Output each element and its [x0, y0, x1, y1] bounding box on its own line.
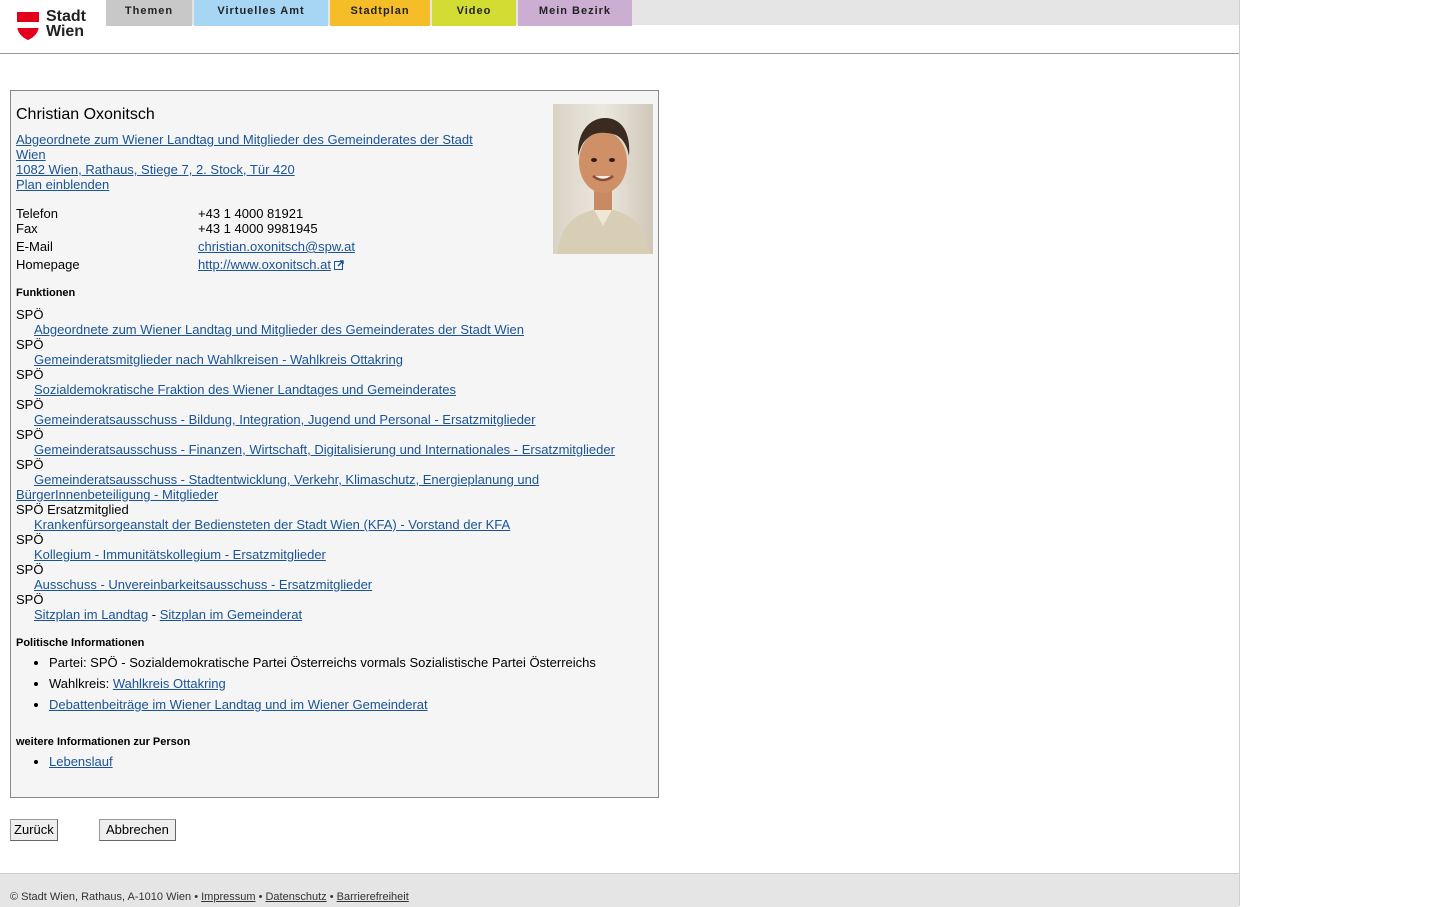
person-detail-card: Christian Oxonitsch Abgeordnete zum Wien…	[10, 90, 659, 798]
debatten-link[interactable]: Debattenbeiträge im Wiener Landtag und i…	[49, 697, 428, 712]
show-plan-link[interactable]: Plan einblenden	[16, 177, 109, 192]
wahlkreis-label: Wahlkreis:	[49, 676, 113, 691]
sitzplan-separator: -	[148, 607, 160, 622]
sitzplan-landtag-link[interactable]: Sitzplan im Landtag	[34, 607, 148, 622]
function-link-row: Gemeinderatsausschuss - Stadtentwicklung…	[16, 472, 646, 502]
nav-tab-mein-bezirk[interactable]: Mein Bezirk	[518, 0, 632, 26]
function-link[interactable]: Gemeinderatsmitglieder nach Wahlkreisen …	[34, 352, 403, 367]
function-party: SPÖ	[16, 562, 44, 577]
political-info-section: Politische Informationen Partei: SPÖ - S…	[16, 637, 646, 718]
sitzplan-links: Sitzplan im Landtag - Sitzplan im Gemein…	[16, 607, 646, 622]
person-organization: Abgeordnete zum Wiener Landtag und Mitgl…	[16, 132, 486, 192]
function-link-row: Gemeinderatsausschuss - Bildung, Integra…	[16, 412, 646, 427]
homepage-row: Homepage http://www.oxonitsch.at	[16, 257, 536, 272]
page-right-margin	[1240, 0, 1440, 906]
function-link[interactable]: Sozialdemokratische Fraktion des Wiener …	[34, 382, 456, 397]
cancel-button[interactable]: Abbrechen	[99, 819, 176, 841]
function-link-row: Ausschuss - Unvereinbarkeitsausschuss - …	[16, 577, 646, 592]
telefon-label: Telefon	[16, 206, 58, 221]
function-party: SPÖ	[16, 532, 44, 547]
function-link-row: Gemeinderatsausschuss - Finanzen, Wirtsc…	[16, 442, 646, 457]
telefon-value: +43 1 4000 81921	[198, 206, 304, 221]
footer-separator: •	[255, 891, 266, 903]
homepage-value: http://www.oxonitsch.at	[198, 257, 344, 272]
organization-link[interactable]: Abgeordnete zum Wiener Landtag und Mitgl…	[16, 132, 473, 162]
site-footer: © Stadt Wien, Rathaus, A-1010 Wien • Imp…	[0, 873, 1239, 907]
nav-tab-video[interactable]: Video	[432, 0, 516, 26]
fax-label: Fax	[16, 221, 38, 236]
nav-tab-themen[interactable]: Themen	[106, 0, 192, 26]
function-link-row: Krankenfürsorgeanstalt der Bediensteten …	[16, 517, 646, 532]
logo-line-wien: Wien	[46, 23, 85, 40]
function-link-row: Abgeordnete zum Wiener Landtag und Mitgl…	[16, 322, 646, 337]
further-info-section: weitere Informationen zur Person Lebensl…	[16, 736, 646, 775]
page: Stadt Wien Themen Virtuelles Amt Stadtplan…	[0, 0, 1240, 907]
email-label: E-Mail	[16, 239, 53, 254]
function-party: SPÖ	[16, 307, 44, 322]
lebenslauf-item: Lebenslauf	[49, 754, 646, 769]
function-link-row: Gemeinderatsmitglieder nach Wahlkreisen …	[16, 352, 646, 367]
function-link-row: Sozialdemokratische Fraktion des Wiener …	[16, 382, 646, 397]
impressum-link[interactable]: Impressum	[201, 891, 255, 903]
function-link[interactable]: Gemeinderatsausschuss - Stadtentwicklung…	[16, 472, 539, 502]
datenschutz-link[interactable]: Datenschutz	[265, 891, 326, 903]
sitzplan-gemeinderat-link[interactable]: Sitzplan im Gemeinderat	[160, 607, 302, 622]
further-info-list: Lebenslauf	[16, 754, 646, 769]
lebenslauf-link[interactable]: Lebenslauf	[49, 754, 113, 769]
function-link-row: Kollegium - Immunitätskollegium - Ersatz…	[16, 547, 646, 562]
functions-heading: Funktionen	[16, 287, 76, 299]
person-photo	[553, 104, 653, 254]
fax-value: +43 1 4000 9981945	[198, 221, 318, 236]
person-name: Christian Oxonitsch	[16, 106, 155, 123]
homepage-label: Homepage	[16, 257, 80, 272]
political-info-heading: Politische Informationen	[16, 637, 145, 649]
functions-section: Funktionen SPÖ Abgeordnete zum Wiener Lan…	[16, 287, 646, 622]
further-info-heading: weitere Informationen zur Person	[16, 736, 191, 748]
footer-separator: •	[191, 891, 202, 903]
logo-text: Stadt Wien	[46, 8, 86, 40]
vienna-shield-icon	[17, 12, 39, 40]
email-row: E-Mail christian.oxonitsch@spw.at	[16, 239, 536, 254]
main-navigation: Themen Virtuelles Amt Stadtplan Video Mein B…	[106, 0, 634, 26]
fax-row: Fax +43 1 4000 9981945	[16, 221, 536, 236]
function-party: SPÖ	[16, 397, 44, 412]
function-party: SPÖ	[16, 367, 44, 382]
wahlkreis-link[interactable]: Wahlkreis Ottakring	[113, 676, 226, 691]
function-link[interactable]: Krankenfürsorgeanstalt der Bediensteten …	[34, 517, 510, 532]
stadt-wien-logo[interactable]: Stadt Wien	[16, 9, 96, 43]
wahlkreis-item: Wahlkreis: Wahlkreis Ottakring	[49, 676, 646, 691]
functions-list: SPÖ Abgeordnete zum Wiener Landtag und Mi…	[16, 307, 646, 592]
footer-content: © Stadt Wien, Rathaus, A-1010 Wien • Imp…	[10, 891, 409, 903]
footer-copyright: © Stadt Wien, Rathaus, A-1010 Wien	[10, 891, 192, 903]
contact-details: Telefon +43 1 4000 81921 Fax +43 1 4000 …	[16, 206, 536, 272]
external-link-icon[interactable]	[333, 260, 344, 270]
homepage-link[interactable]: http://www.oxonitsch.at	[198, 257, 331, 272]
site-header: Stadt Wien Themen Virtuelles Amt Stadtplan…	[0, 0, 1239, 54]
function-link[interactable]: Gemeinderatsausschuss - Bildung, Integra…	[34, 412, 536, 427]
debatten-item: Debattenbeiträge im Wiener Landtag und i…	[49, 697, 646, 712]
function-link[interactable]: Ausschuss - Unvereinbarkeitsausschuss - …	[34, 577, 372, 592]
party-item: Partei: SPÖ - Sozialdemokratische Partei…	[49, 655, 646, 670]
function-link[interactable]: Kollegium - Immunitätskollegium - Ersatz…	[34, 547, 326, 562]
logo-line-stadt: Stadt	[46, 8, 86, 25]
organization-link-line1: Abgeordnete zum Wiener Landtag und Mitgl…	[16, 132, 473, 147]
function-link[interactable]: Abgeordnete zum Wiener Landtag und Mitgl…	[34, 322, 524, 337]
function-party: SPÖ	[16, 427, 44, 442]
telefon-row: Telefon +43 1 4000 81921	[16, 206, 536, 221]
nav-tab-stadtplan[interactable]: Stadtplan	[330, 0, 430, 26]
barrierefreiheit-link[interactable]: Barrierefreiheit	[337, 891, 409, 903]
email-link[interactable]: christian.oxonitsch@spw.at	[198, 239, 355, 254]
address-link[interactable]: 1082 Wien, Rathaus, Stiege 7, 2. Stock, …	[16, 162, 295, 177]
function-party: SPÖ Ersatzmitglied	[16, 502, 129, 517]
back-button[interactable]: Zurück	[10, 819, 58, 841]
function-party: SPÖ	[16, 337, 44, 352]
political-info-list: Partei: SPÖ - Sozialdemokratische Partei…	[16, 655, 646, 712]
footer-separator: •	[326, 891, 337, 903]
function-party: SPÖ	[16, 457, 44, 472]
organization-link-line2: Wien	[16, 147, 46, 162]
function-link[interactable]: Gemeinderatsausschuss - Finanzen, Wirtsc…	[34, 442, 615, 457]
portrait-image	[553, 104, 653, 254]
function-party: SPÖ	[16, 592, 44, 607]
nav-tab-virtuelles-amt[interactable]: Virtuelles Amt	[194, 0, 328, 26]
